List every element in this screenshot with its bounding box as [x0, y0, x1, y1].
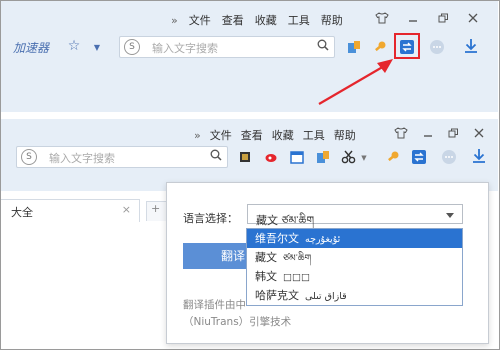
- restore-icon[interactable]: [444, 125, 462, 141]
- more-icon[interactable]: [441, 149, 457, 165]
- option-script: ئۇيغۇرچە: [305, 234, 341, 245]
- tab-label: 大全: [11, 206, 33, 219]
- option-name: 藏文: [255, 251, 277, 264]
- key-icon[interactable]: [385, 149, 401, 165]
- close-icon[interactable]: [470, 125, 488, 141]
- scissors-icon[interactable]: [341, 149, 357, 165]
- weibo-icon[interactable]: [263, 149, 279, 165]
- menu-favorites[interactable]: 收藏: [272, 127, 294, 143]
- menu-help[interactable]: 帮助: [334, 127, 356, 143]
- option-script: □□□: [283, 272, 310, 283]
- footer-line-2: （NiuTrans）引擎技术: [183, 316, 292, 328]
- top-browser-toolbar: » 文件 查看 收藏 工具 帮助 加速器 ☆ ▼ S 输入文字搜索: [1, 1, 498, 112]
- minimize-icon[interactable]: [419, 125, 437, 141]
- caret-down-icon[interactable]: [446, 213, 454, 218]
- option-kazakh[interactable]: 哈萨克文 قازاق تىلى: [247, 286, 462, 305]
- footer-line-1: 翻译插件由中: [183, 299, 246, 311]
- search-icon[interactable]: [210, 149, 222, 161]
- page-capture-icon[interactable]: [315, 149, 331, 165]
- option-name: 维吾尔文: [255, 232, 299, 245]
- menu-tools[interactable]: 工具: [303, 127, 325, 143]
- download-icon[interactable]: [471, 148, 487, 164]
- menu-more[interactable]: »: [194, 129, 201, 142]
- search-engine-icon[interactable]: S: [21, 149, 37, 165]
- menu-file[interactable]: 文件: [210, 127, 232, 143]
- search-placeholder: 输入文字搜索: [49, 152, 115, 165]
- translate-button[interactable]: 翻译: [183, 243, 253, 269]
- language-select[interactable]: 藏文 ཙམ་ཆིག: [247, 204, 463, 227]
- option-uyghur[interactable]: 维吾尔文 ئۇيغۇرچە: [247, 229, 462, 248]
- search-box-bottom[interactable]: S 输入文字搜索: [16, 146, 228, 168]
- tab-strip: 大全 × +: [1, 199, 171, 222]
- language-label: 语言选择：: [183, 212, 238, 225]
- chevron-down-icon[interactable]: ▼: [356, 150, 372, 166]
- option-script: قازاق تىلى: [305, 291, 347, 302]
- option-name: 韩文: [255, 270, 277, 283]
- option-tibetan[interactable]: 藏文 ཙམ་ཆིག: [247, 248, 462, 267]
- menu-bar-bottom: » 文件 查看 收藏 工具 帮助: [194, 127, 365, 143]
- extension-icon[interactable]: [237, 149, 253, 165]
- language-dropdown[interactable]: 维吾尔文 ئۇيغۇرچە 藏文 ཙམ་ཆིག 韩文 □□□ 哈萨克文 قازاق تى…: [246, 228, 463, 306]
- calendar-icon[interactable]: [289, 149, 305, 165]
- menu-view[interactable]: 查看: [241, 127, 263, 143]
- option-name: 哈萨克文: [255, 289, 299, 302]
- translate-icon[interactable]: [411, 149, 427, 165]
- red-arrow-annotation: [318, 59, 393, 105]
- tab-close-icon[interactable]: ×: [122, 203, 131, 216]
- skin-shirt-icon[interactable]: [392, 125, 410, 141]
- option-script: ཙམ་ཆིག: [283, 253, 312, 264]
- option-korean[interactable]: 韩文 □□□: [247, 267, 462, 286]
- tab-active[interactable]: 大全 ×: [1, 199, 140, 222]
